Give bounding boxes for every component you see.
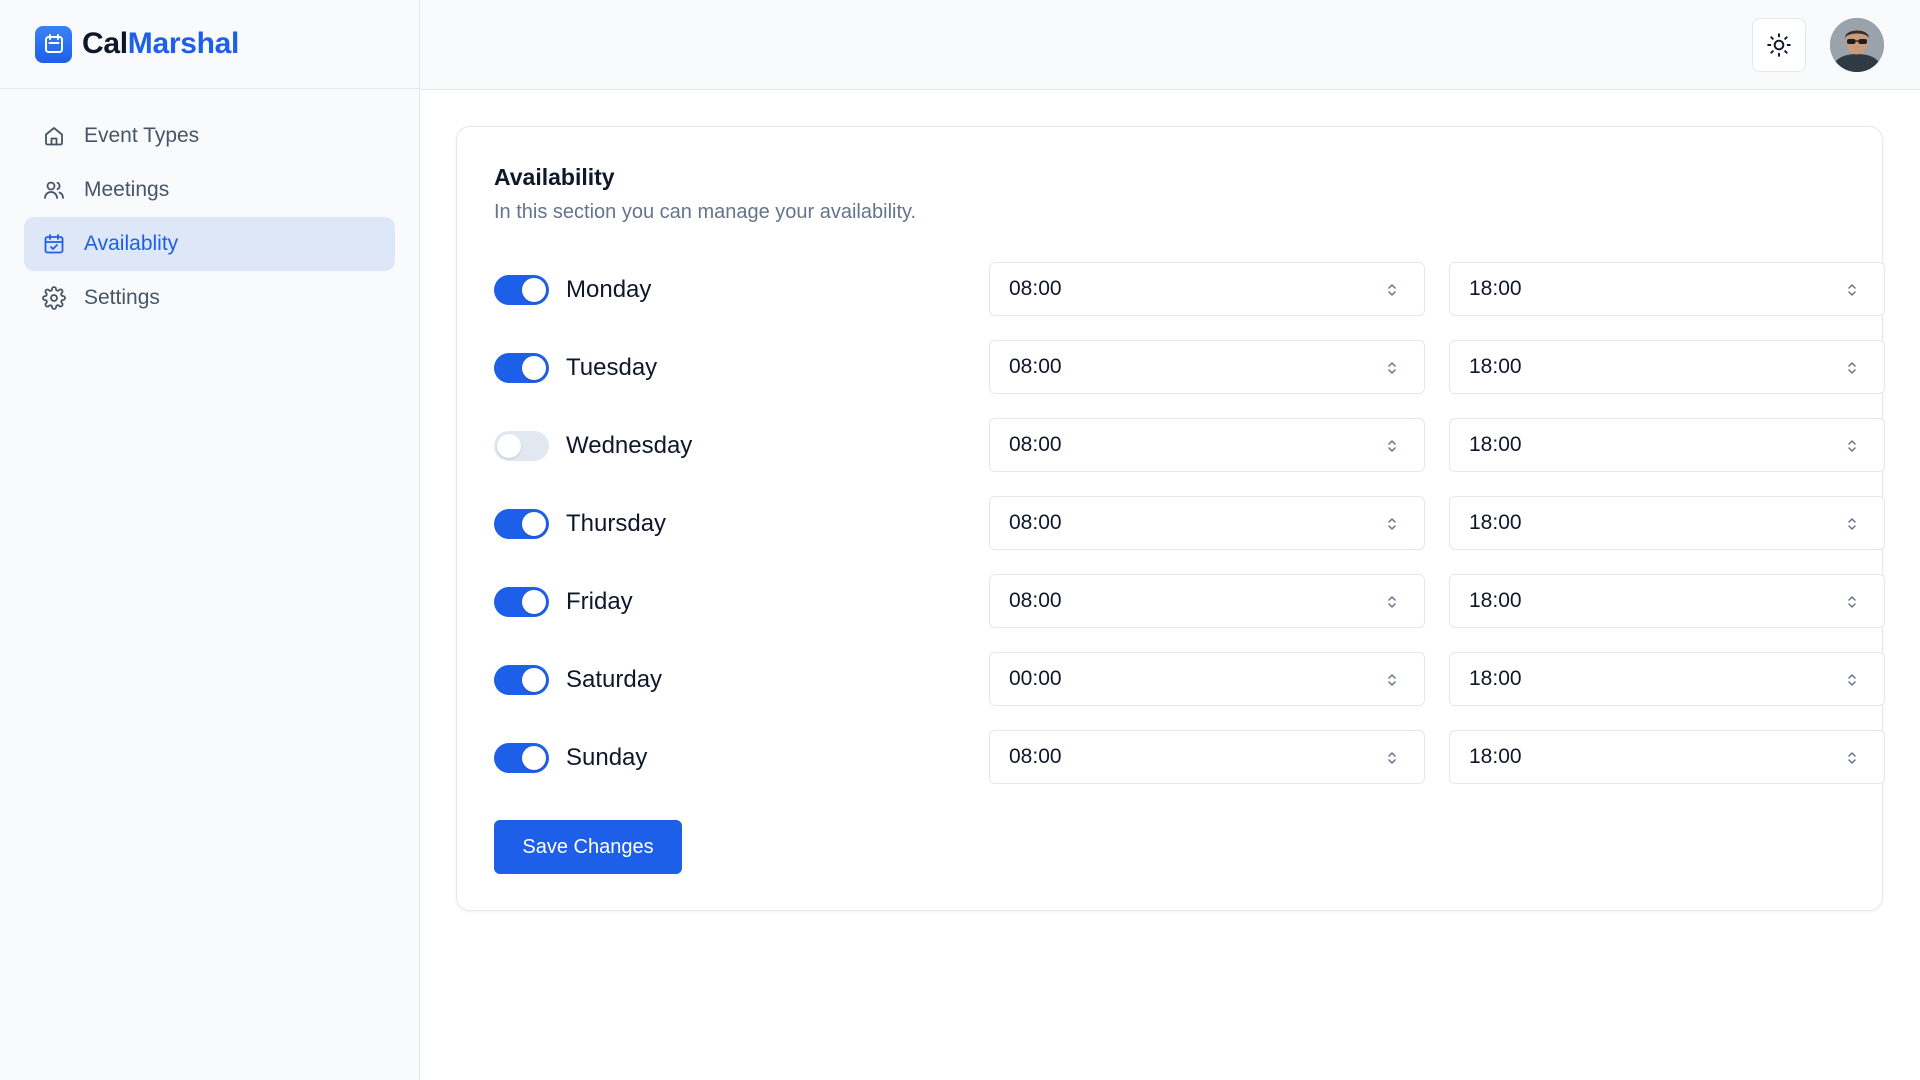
end-time-select[interactable]: 18:00 [1449, 574, 1885, 628]
end-time-value: 18:00 [1469, 667, 1522, 690]
sidebar-item-availability[interactable]: Availablity [24, 217, 395, 271]
day-row-wednesday: Wednesday 08:00 18:00 [494, 418, 1885, 472]
day-label: Saturday [566, 666, 663, 693]
day-label: Thursday [566, 510, 667, 537]
sidebar-item-settings[interactable]: Settings [24, 271, 395, 325]
start-time-select[interactable]: 08:00 [989, 574, 1425, 628]
home-icon [45, 127, 63, 146]
end-time-value: 18:00 [1469, 511, 1522, 534]
day-row-sunday: Sunday 08:00 18:00 [494, 730, 1885, 784]
end-time-select[interactable]: 18:00 [1449, 730, 1885, 784]
calendar-icon [35, 25, 72, 63]
day-row-tuesday: Tuesday 08:00 18:00 [494, 340, 1885, 394]
end-time-select[interactable]: 18:00 [1449, 652, 1885, 706]
sidebar-item-label: Event Types [84, 124, 200, 147]
sidebar-item-event-types[interactable]: Event Types [24, 109, 395, 163]
chevron-up-down-icon [1388, 752, 1396, 764]
start-time-select[interactable]: 08:00 [989, 262, 1425, 316]
availability-card: Availability In this section you can man… [456, 126, 1885, 911]
end-time-value: 18:00 [1469, 355, 1522, 378]
save-changes-button[interactable]: Save Changes [494, 820, 682, 874]
chevron-up-down-icon [1388, 284, 1396, 296]
day-label: Sunday [566, 744, 648, 771]
day-toggle[interactable] [494, 353, 549, 383]
day-row-monday: Monday 08:00 18:00 [494, 262, 1885, 316]
sidebar-item-label: Meetings [84, 178, 170, 201]
chevron-up-down-icon [1848, 596, 1856, 608]
brand-name-part1: Cal [82, 27, 128, 60]
users-icon [44, 181, 64, 199]
end-time-select[interactable]: 18:00 [1449, 262, 1885, 316]
day-label: Wednesday [566, 432, 693, 459]
end-time-select[interactable]: 18:00 [1449, 340, 1885, 394]
start-time-select[interactable]: 08:00 [989, 418, 1425, 472]
brand[interactable]: CalMarshal [0, 0, 419, 89]
chevron-up-down-icon [1388, 362, 1396, 374]
end-time-value: 18:00 [1469, 277, 1522, 300]
start-time-select[interactable]: 08:00 [989, 496, 1425, 550]
end-time-value: 18:00 [1469, 589, 1522, 612]
theme-toggle-button[interactable] [1752, 18, 1806, 72]
day-toggle[interactable] [494, 743, 549, 773]
day-toggle[interactable] [494, 431, 549, 461]
start-time-value: 08:00 [1009, 745, 1062, 768]
start-time-value: 00:00 [1009, 667, 1062, 690]
day-toggle[interactable] [494, 509, 549, 539]
start-time-value: 08:00 [1009, 355, 1062, 378]
start-time-value: 08:00 [1009, 433, 1062, 456]
brand-name: CalMarshal [82, 27, 239, 61]
day-row-friday: Friday 08:00 18:00 [494, 574, 1885, 628]
start-time-select[interactable]: 08:00 [989, 340, 1425, 394]
start-time-select[interactable]: 00:00 [989, 652, 1425, 706]
day-row-saturday: Saturday 00:00 18:00 [494, 652, 1885, 706]
brand-name-part2: Marshal [127, 27, 240, 60]
chevron-up-down-icon [1848, 362, 1856, 374]
chevron-up-down-icon [1388, 518, 1396, 530]
day-toggle[interactable] [494, 587, 549, 617]
chevron-up-down-icon [1848, 752, 1856, 764]
top-bar [420, 0, 1920, 90]
chevron-up-down-icon [1848, 674, 1856, 686]
chevron-up-down-icon [1388, 674, 1396, 686]
start-time-value: 08:00 [1009, 277, 1062, 300]
start-time-select[interactable]: 08:00 [989, 730, 1425, 784]
sun-icon [1767, 33, 1791, 57]
start-time-value: 08:00 [1009, 589, 1062, 612]
card-subtitle: In this section you can manage your avai… [494, 201, 917, 223]
calendar-check-icon [44, 234, 64, 254]
chevron-up-down-icon [1848, 518, 1856, 530]
day-label: Friday [566, 588, 633, 615]
start-time-value: 08:00 [1009, 511, 1062, 534]
chevron-up-down-icon [1388, 440, 1396, 452]
chevron-up-down-icon [1848, 440, 1856, 452]
day-toggle[interactable] [494, 275, 549, 305]
chevron-up-down-icon [1388, 596, 1396, 608]
sidebar-item-label: Settings [84, 286, 160, 309]
sidebar: CalMarshal Event Types Meetings Availabl… [0, 0, 420, 1080]
day-toggle[interactable] [494, 665, 549, 695]
app-root: CalMarshal Event Types Meetings Availabl… [0, 0, 1920, 1080]
end-time-value: 18:00 [1469, 433, 1522, 456]
gear-icon [42, 286, 66, 310]
chevron-up-down-icon [1848, 284, 1856, 296]
sidebar-nav: Event Types Meetings Availablity Setting… [0, 89, 419, 325]
day-label: Monday [566, 276, 652, 303]
sidebar-item-label: Availablity [84, 232, 179, 255]
day-label: Tuesday [566, 354, 658, 381]
card-title: Availability [494, 164, 615, 190]
end-time-select[interactable]: 18:00 [1449, 418, 1885, 472]
user-avatar[interactable] [1830, 18, 1884, 72]
end-time-select[interactable]: 18:00 [1449, 496, 1885, 550]
day-row-thursday: Thursday 08:00 18:00 [494, 496, 1885, 550]
end-time-value: 18:00 [1469, 745, 1522, 768]
sidebar-item-meetings[interactable]: Meetings [24, 163, 395, 217]
